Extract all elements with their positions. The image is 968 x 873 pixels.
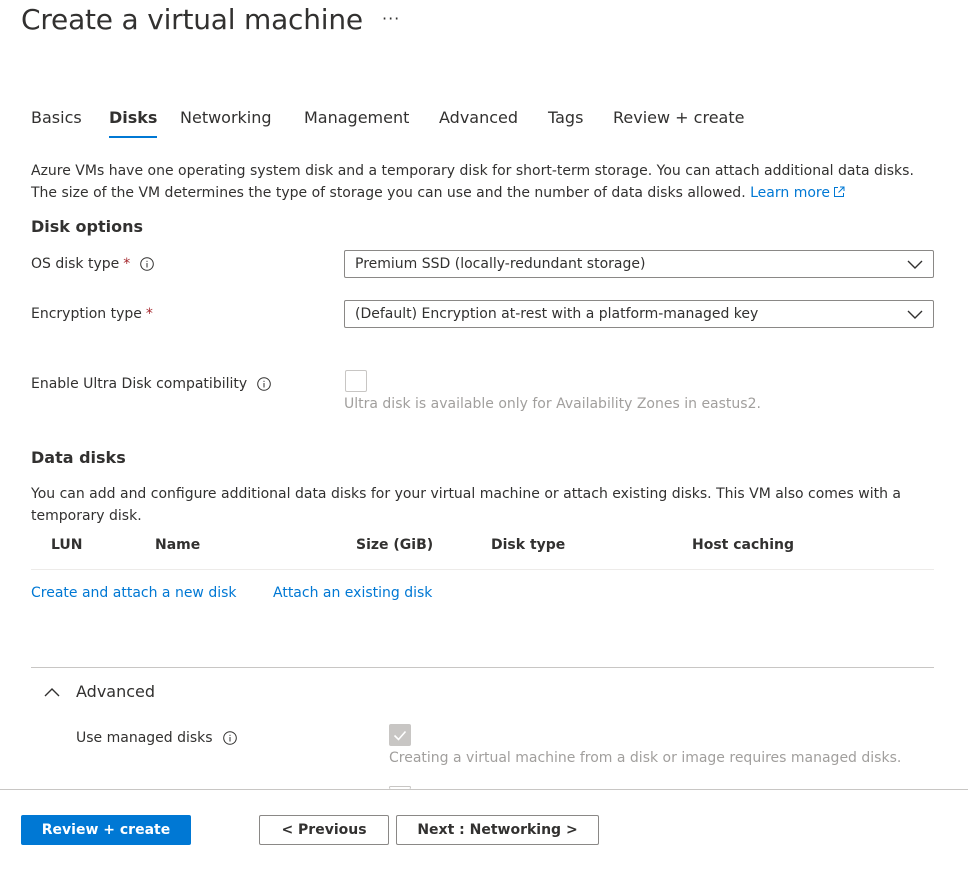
tab-tags[interactable]: Tags (548, 108, 583, 138)
previous-button[interactable]: < Previous (259, 815, 389, 845)
column-header-name: Name (155, 537, 201, 553)
external-link-icon (833, 186, 845, 197)
attach-existing-disk-link[interactable]: Attach an existing disk (273, 585, 432, 601)
learn-more-link[interactable]: Learn more (750, 185, 845, 201)
disk-options-heading: Disk options (31, 217, 143, 236)
data-disks-heading: Data disks (31, 448, 126, 467)
ultra-disk-checkbox[interactable] (345, 370, 367, 392)
required-indicator: * (123, 256, 131, 272)
footer-divider (0, 789, 968, 790)
managed-disks-checkbox[interactable] (389, 724, 411, 746)
os-disk-type-label: OS disk type * (31, 256, 155, 272)
more-options-button[interactable]: ··· (382, 9, 400, 28)
encryption-type-label: Encryption type * (31, 306, 153, 322)
info-icon[interactable] (257, 377, 271, 391)
column-header-disk-type: Disk type (491, 537, 566, 553)
checkmark-icon (393, 730, 407, 741)
chevron-down-icon (907, 310, 923, 319)
table-divider (31, 569, 934, 570)
advanced-section-toggle[interactable]: Advanced (44, 682, 155, 701)
column-header-host-caching: Host caching (692, 537, 795, 553)
intro-description: Azure VMs have one operating system disk… (31, 160, 941, 204)
page-title: Create a virtual machine (21, 3, 363, 36)
managed-disks-label: Use managed disks (76, 730, 237, 746)
os-disk-type-select[interactable]: Premium SSD (locally-redundant storage) (344, 250, 934, 278)
info-icon[interactable] (140, 257, 155, 271)
ultra-disk-note: Ultra disk is available only for Availab… (344, 396, 761, 412)
tab-basics[interactable]: Basics (31, 108, 82, 138)
managed-disks-note: Creating a virtual machine from a disk o… (389, 750, 902, 766)
ultra-disk-label: Enable Ultra Disk compatibility (31, 376, 271, 392)
create-attach-disk-link[interactable]: Create and attach a new disk (31, 585, 237, 601)
tab-disks[interactable]: Disks (109, 108, 158, 138)
column-header-size: Size (GiB) (356, 537, 434, 553)
info-icon[interactable] (222, 731, 237, 745)
tab-management[interactable]: Management (304, 108, 409, 138)
advanced-heading: Advanced (76, 682, 156, 701)
section-divider (31, 667, 934, 668)
tab-networking[interactable]: Networking (180, 108, 272, 138)
encryption-type-select[interactable]: (Default) Encryption at-rest with a plat… (344, 300, 934, 328)
next-networking-button[interactable]: Next : Networking > (396, 815, 599, 845)
tab-review-create[interactable]: Review + create (613, 108, 744, 138)
chevron-down-icon (907, 260, 923, 269)
column-header-lun: LUN (51, 537, 83, 553)
data-disks-description: You can add and configure additional dat… (31, 486, 901, 524)
review-create-button[interactable]: Review + create (21, 815, 191, 845)
required-indicator: * (145, 306, 153, 322)
tab-advanced[interactable]: Advanced (439, 108, 518, 138)
chevron-up-icon (44, 687, 60, 696)
